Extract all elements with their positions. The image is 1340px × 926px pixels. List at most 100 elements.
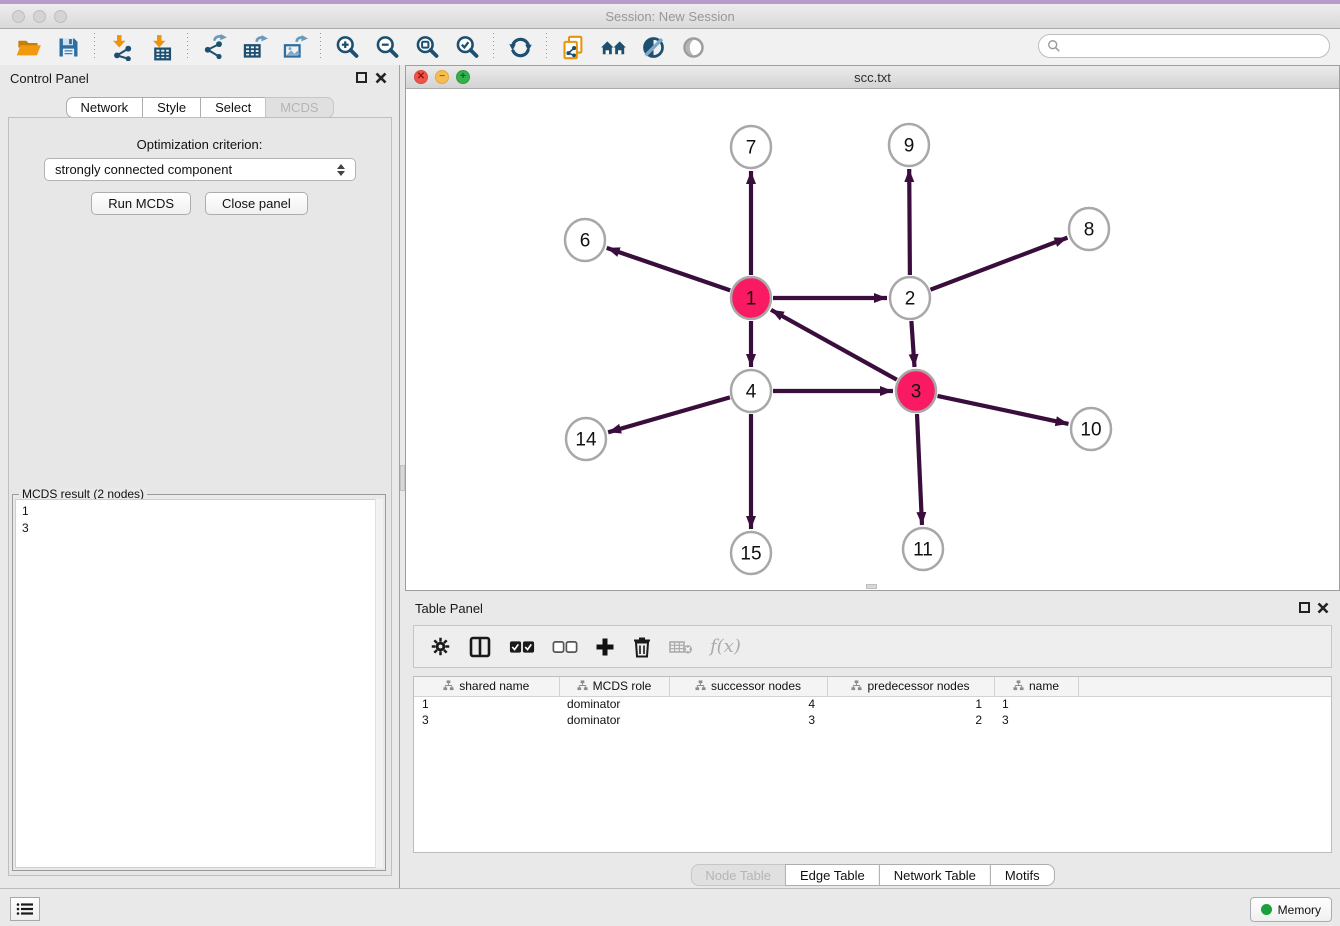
- column-header-shared-name[interactable]: shared name: [414, 677, 559, 696]
- run-mcds-button[interactable]: Run MCDS: [91, 192, 191, 215]
- memory-button[interactable]: Memory: [1250, 897, 1332, 922]
- edge-3-1[interactable]: [771, 310, 897, 380]
- tab-motifs[interactable]: Motifs: [990, 864, 1055, 886]
- table-cell[interactable]: 1: [827, 696, 994, 712]
- select-all-button[interactable]: [509, 633, 535, 661]
- table-row[interactable]: 1dominator411: [414, 696, 1331, 712]
- table-cell[interactable]: dominator: [559, 712, 669, 728]
- refresh-view-button[interactable]: [500, 31, 540, 63]
- delete-table-button[interactable]: [669, 633, 693, 661]
- table-cell[interactable]: 4: [669, 696, 827, 712]
- result-line: 1: [22, 503, 376, 520]
- zoom-out-button[interactable]: [367, 31, 407, 63]
- table-cell[interactable]: 3: [669, 712, 827, 728]
- criterion-select[interactable]: strongly connected component: [44, 158, 356, 181]
- node-table: shared nameMCDS rolesuccessor nodes prede…: [413, 676, 1332, 853]
- table-cell[interactable]: 2: [827, 712, 994, 728]
- node-label: 1: [746, 289, 757, 310]
- network-resize-handle[interactable]: [866, 584, 877, 589]
- column-header-label: predecessor nodes: [867, 679, 969, 693]
- network-canvas[interactable]: 7 9 6 8 1 2 4 3 14 10 15 11: [406, 89, 1339, 590]
- deselect-all-button[interactable]: [552, 633, 578, 661]
- graph-node-6[interactable]: 6: [565, 219, 605, 261]
- graph-node-8[interactable]: 8: [1069, 208, 1109, 250]
- checked-boxes-icon: [509, 640, 535, 654]
- delete-column-button[interactable]: [632, 633, 652, 661]
- column-header-successor-nodes[interactable]: successor nodes: [669, 677, 827, 696]
- copy-view-button[interactable]: [553, 31, 593, 63]
- graph-node-9[interactable]: 9: [889, 124, 929, 166]
- table-cell[interactable]: 3: [414, 712, 559, 728]
- network-graph[interactable]: 7 9 6 8 1 2 4 3 14 10 15 11: [406, 89, 1339, 590]
- table-cell[interactable]: dominator: [559, 696, 669, 712]
- graph-node-2[interactable]: 2: [890, 277, 930, 319]
- edge-2-8[interactable]: [931, 238, 1068, 290]
- float-table-panel-icon[interactable]: [1299, 602, 1310, 613]
- close-panel-icon[interactable]: [375, 71, 387, 83]
- apply-style-button[interactable]: [633, 31, 673, 63]
- tab-select[interactable]: Select: [200, 97, 266, 118]
- graph-node-7[interactable]: 7: [731, 126, 771, 168]
- column-header-MCDS-role[interactable]: MCDS role: [559, 677, 669, 696]
- edge-3-11[interactable]: [917, 414, 922, 525]
- list-icon: [16, 902, 34, 916]
- edge-2-9[interactable]: [909, 169, 910, 275]
- export-table-button[interactable]: [234, 31, 274, 63]
- edge-2-3[interactable]: [911, 321, 914, 367]
- import-network-button[interactable]: [101, 31, 141, 63]
- edge-3-10[interactable]: [938, 396, 1069, 424]
- tab-edge-table[interactable]: Edge Table: [785, 864, 880, 886]
- fit-content-button[interactable]: [407, 31, 447, 63]
- float-panel-icon[interactable]: [356, 72, 367, 83]
- table-cell[interactable]: 3: [994, 712, 1078, 728]
- graph-node-3[interactable]: 3: [896, 370, 936, 412]
- tab-mcds[interactable]: MCDS: [265, 97, 333, 118]
- function-builder-button[interactable]: f(x): [710, 633, 741, 661]
- graph-node-14[interactable]: 14: [566, 418, 606, 460]
- tab-node-table[interactable]: Node Table: [690, 864, 786, 886]
- export-image-button[interactable]: [274, 31, 314, 63]
- tab-style[interactable]: Style: [142, 97, 201, 118]
- graph-node-11[interactable]: 11: [903, 528, 943, 570]
- table-cell[interactable]: 1: [414, 696, 559, 712]
- search-field[interactable]: [1038, 34, 1330, 58]
- mcds-result-group: MCDS result (2 nodes) 13: [12, 494, 386, 871]
- export-network-button[interactable]: [194, 31, 234, 63]
- node-label: 7: [746, 138, 757, 159]
- node-label: 4: [746, 382, 757, 403]
- toggle-columns-button[interactable]: [468, 633, 492, 661]
- column-header-label: name: [1029, 679, 1059, 693]
- hierarchy-icon: [443, 680, 454, 691]
- graph-node-1[interactable]: 1: [731, 277, 771, 319]
- task-history-button[interactable]: [10, 897, 40, 921]
- zoom-selected-button[interactable]: [447, 31, 487, 63]
- save-session-button[interactable]: [48, 31, 88, 63]
- add-column-button[interactable]: [595, 633, 615, 661]
- table-cell[interactable]: 1: [994, 696, 1078, 712]
- network-overview-button[interactable]: [593, 31, 633, 63]
- cytoscape-app: Session: New Session: [0, 0, 1340, 926]
- node-label: 15: [740, 544, 761, 565]
- graph-node-15[interactable]: 15: [731, 532, 771, 574]
- import-table-button[interactable]: [141, 31, 181, 63]
- show-graphics-details-button[interactable]: [673, 31, 713, 63]
- status-bar: Memory: [0, 888, 1340, 926]
- graph-node-4[interactable]: 4: [731, 370, 771, 412]
- edge-4-14[interactable]: [608, 397, 730, 432]
- table-settings-button[interactable]: [430, 633, 451, 661]
- mcds-result-textarea[interactable]: 13: [15, 499, 383, 868]
- column-header-name[interactable]: name: [994, 677, 1078, 696]
- column-header-predecessor-nodes[interactable]: predecessor nodes: [827, 677, 994, 696]
- close-panel-button[interactable]: Close panel: [205, 192, 308, 215]
- graph-node-10[interactable]: 10: [1071, 408, 1111, 450]
- table-row[interactable]: 3dominator323: [414, 712, 1331, 728]
- open-session-button[interactable]: [8, 31, 48, 63]
- zoom-in-button[interactable]: [327, 31, 367, 63]
- tab-network-table[interactable]: Network Table: [879, 864, 991, 886]
- tab-network[interactable]: Network: [65, 97, 143, 118]
- close-table-panel-icon[interactable]: [1317, 601, 1329, 613]
- edge-1-6[interactable]: [607, 248, 731, 291]
- result-scrollbar[interactable]: [375, 499, 383, 868]
- search-input[interactable]: [1061, 37, 1329, 55]
- columns-icon: [468, 635, 492, 659]
